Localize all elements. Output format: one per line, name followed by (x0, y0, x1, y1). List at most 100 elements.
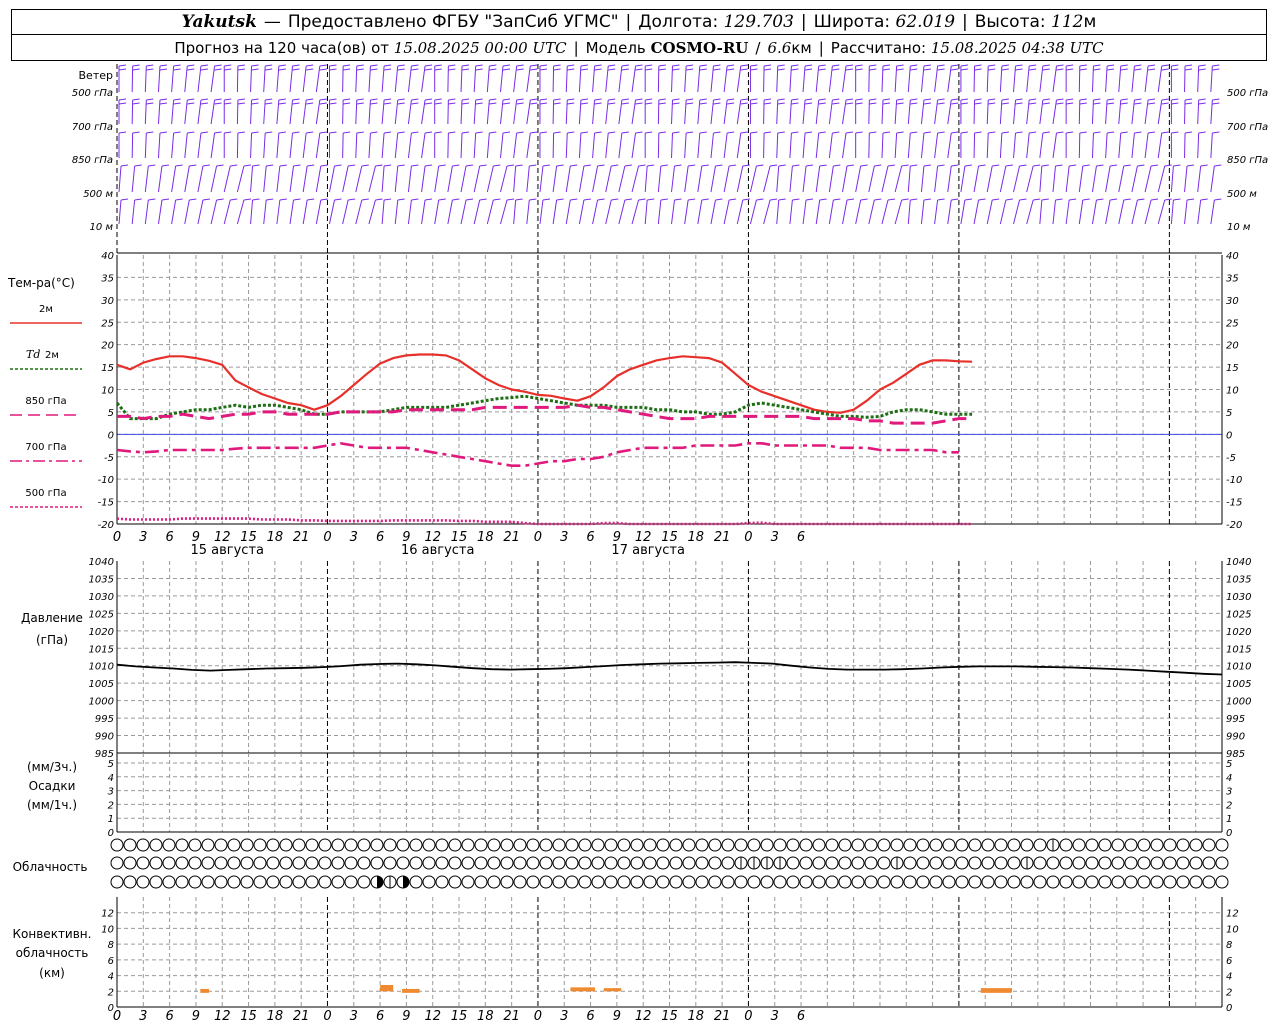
cloud-circle (279, 856, 293, 870)
wind-barb (171, 64, 181, 93)
wind-barb-staff (605, 99, 609, 125)
wind-barb-feather (542, 198, 551, 201)
cloud-cover-icon (851, 856, 865, 870)
wind-barb-feather (896, 131, 904, 134)
wind-barb (868, 164, 882, 193)
wind-barb-feather (424, 98, 433, 101)
wind-barb-feather (1041, 164, 1049, 167)
cloud-circle (175, 875, 189, 889)
cloud-cover-icon (214, 875, 228, 889)
wind-barb-staff (263, 65, 266, 93)
cloud-circle (344, 875, 358, 889)
wind-barb-staff (342, 65, 344, 93)
wind-barb (118, 131, 127, 158)
wind-barb-feather (964, 164, 972, 167)
cloud-cover-icon (396, 856, 410, 870)
wind-barb-staff (1144, 199, 1152, 225)
wind-barb-staff (671, 199, 675, 225)
cloud-cover-icon (149, 838, 163, 852)
cloud-circle (656, 856, 670, 870)
wind-barb-staff (499, 132, 504, 159)
wind-barb-feather (529, 198, 537, 201)
temp-ytick-right: 30 (1226, 296, 1239, 307)
wind-barb-staff (1105, 99, 1108, 125)
wind-barb-feather (923, 68, 932, 71)
cloud-cover-icon (448, 856, 462, 870)
wind-barb (815, 164, 827, 193)
wind-barb (355, 198, 369, 225)
cloud-circle (526, 875, 540, 889)
wind-barb (973, 164, 986, 193)
wind-barb-staff (210, 132, 216, 159)
cloud-cover-icon (955, 838, 969, 852)
wind-barb (763, 131, 772, 159)
wind-barb-feather (621, 102, 629, 105)
wind-barb-feather (214, 68, 222, 71)
cloud-cover-icon (227, 838, 241, 852)
cloud-cover-icon (786, 838, 800, 852)
wind-barb-feather (727, 68, 735, 71)
wind-barb (1078, 131, 1087, 159)
cloud-cover-icon (877, 856, 891, 870)
wind-barb-feather (713, 102, 721, 105)
wind-barb-feather (701, 164, 709, 167)
wind-barb (513, 164, 523, 193)
wind-barb (828, 164, 841, 193)
wind-barb (828, 98, 840, 125)
wind-barb-feather (1171, 64, 1179, 67)
x-tick-label: 3 (139, 1009, 147, 1024)
wind-barb (868, 131, 877, 159)
wind-barb (460, 164, 474, 193)
wind-barb (1170, 131, 1179, 158)
wind-barb (157, 98, 168, 125)
cloud-cover-icon (227, 856, 241, 870)
wind-barb-feather (329, 98, 337, 101)
wind-barb (565, 198, 578, 225)
wind-barb-feather (750, 64, 758, 67)
x-tick-label: 18 (267, 530, 284, 545)
wind-barb-feather (988, 102, 996, 105)
cloud-circle (565, 875, 579, 889)
wind-barb (407, 164, 419, 193)
cloud-circle (799, 856, 813, 870)
wind-barb (1144, 198, 1159, 225)
wind-barb-staff (394, 165, 399, 193)
wind-barb-feather (146, 131, 154, 134)
cloud-circle (1072, 838, 1086, 852)
wind-barb-feather (306, 64, 314, 67)
wind-barb-staff (1078, 199, 1084, 225)
wind-barb-feather (1015, 102, 1023, 105)
cloud-circle (123, 856, 137, 870)
cloud-cover-icon (318, 856, 332, 870)
wind-barb-staff (407, 99, 412, 125)
cloud-cover-icon (409, 856, 423, 870)
wind-barb (907, 64, 918, 93)
wind-barb (671, 98, 680, 125)
wind-barb-feather (1134, 98, 1142, 101)
cloud-cover-icon (305, 856, 319, 870)
wind-barb-feather (660, 198, 668, 201)
wind-barb-staff (920, 199, 925, 225)
wind-barb-staff (1170, 165, 1174, 193)
wind-barb-feather (937, 164, 945, 167)
wind-barb-staff (184, 199, 190, 225)
wind-barb-staff (1131, 199, 1138, 225)
cloud-circle (357, 875, 371, 889)
wind-barb-feather (424, 68, 433, 71)
wind-barb (855, 98, 863, 124)
wind-barb-feather (699, 102, 707, 105)
wind-barb-feather (1093, 131, 1101, 134)
cloud-circle (461, 875, 475, 889)
wind-barb-feather (251, 68, 259, 71)
wind-barb-feather (187, 64, 195, 67)
wind-barb (1170, 98, 1179, 124)
wind-barb (263, 98, 273, 125)
wind-barb-staff (289, 165, 295, 193)
wind-barb-staff (578, 165, 585, 193)
cloud-cover-icon (1059, 856, 1073, 870)
wind-barb-feather (134, 164, 142, 167)
x-tick-label: 21 (293, 1009, 310, 1024)
wind-barb-feather (658, 98, 666, 101)
wind-barb-feather (937, 131, 945, 134)
wind-barb-feather (1200, 198, 1208, 201)
